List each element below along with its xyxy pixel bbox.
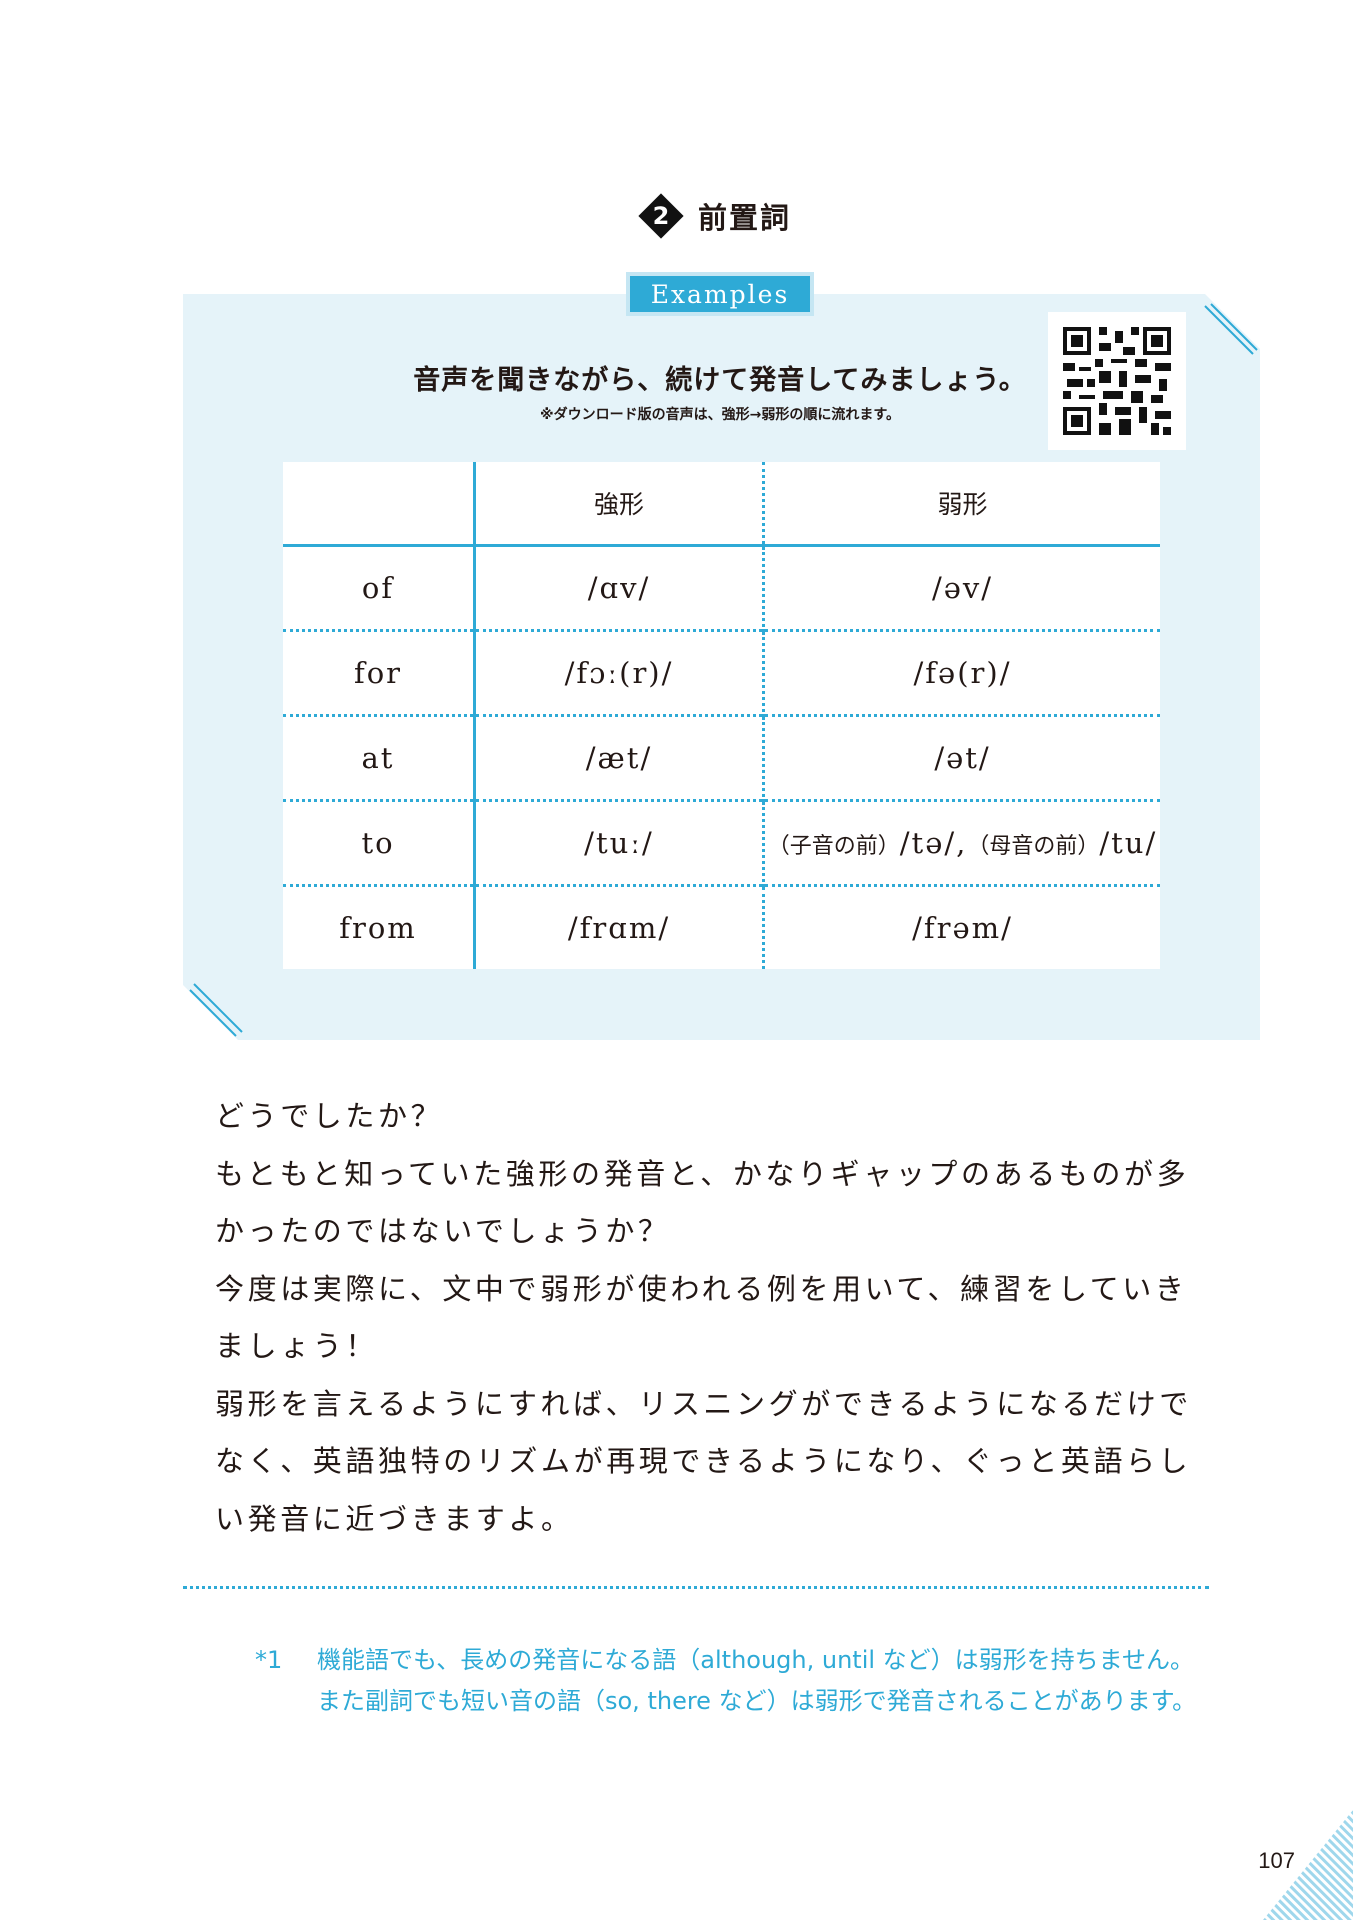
weak-form-condition: （子音の前） <box>767 834 900 859</box>
word-cell: for <box>283 629 476 716</box>
weak-form-condition: （母音の前） <box>967 834 1100 859</box>
header-word <box>283 462 476 547</box>
download-note: ※ダウンロード版の音声は、強形→弱形の順に流れます。 <box>540 407 900 423</box>
section-title: 前置詞 <box>698 201 792 235</box>
instruction-text: 音声を聞きながら、続けて発音してみましょう。 <box>413 365 1027 396</box>
table-row: from /frɑm/ /frəm/ <box>283 884 1160 969</box>
table-row: at /æt/ /ət/ <box>283 714 1160 801</box>
footnote-mark: *1 <box>255 1646 283 1674</box>
body-paragraph: 弱形を言えるようにすれば、リスニングができるようになるだけでなく、英語独特のリズ… <box>215 1386 1192 1536</box>
strong-form-cell: /frɑm/ <box>474 884 765 969</box>
footnote: *1 機能語でも、長めの発音になる語（although, until など）は弱… <box>255 1640 1205 1722</box>
body-text: どうでしたか？ もともと知っていた強形の発音と、かなりギャップのあるものが多かっ… <box>185 1088 1215 1548</box>
strong-form-cell: /tuː/ <box>474 799 765 886</box>
word-cell: at <box>283 714 476 801</box>
qr-code-icon <box>1063 327 1171 435</box>
weak-form-value: /tu/ <box>1099 826 1158 860</box>
weak-form-cell: /ət/ <box>763 714 1160 801</box>
qr-code[interactable] <box>1048 312 1186 450</box>
strong-form-cell: /fɔː(r)/ <box>474 629 765 716</box>
word-cell: from <box>283 884 476 969</box>
weak-form-cell: /frəm/ <box>763 884 1160 969</box>
weak-form-cell: /fə(r)/ <box>763 629 1160 716</box>
strong-form-cell: /ɑv/ <box>474 545 765 631</box>
table-header-row: 強形 弱形 <box>283 462 1160 547</box>
table-row: for /fɔː(r)/ /fə(r)/ <box>283 629 1160 716</box>
examples-tab: Examples <box>626 272 814 316</box>
strong-form-cell: /æt/ <box>474 714 765 801</box>
header-weak-form: 弱形 <box>763 462 1160 547</box>
section-heading: 2 前置詞 <box>638 193 791 239</box>
section-number: 2 <box>652 202 670 230</box>
body-paragraph: どうでしたか？ <box>215 1099 444 1133</box>
page-corner-stripes <box>1263 1810 1353 1920</box>
footnote-divider <box>183 1586 1209 1589</box>
section-number-badge: 2 <box>638 193 684 239</box>
word-cell: of <box>283 545 476 631</box>
footnote-text: 機能語でも、長めの発音になる語（although, until など）は弱形を持… <box>317 1646 1197 1715</box>
weak-form-table: 強形 弱形 of /ɑv/ /əv/ for /fɔː(r)/ /fə(r)/ … <box>283 462 1160 969</box>
panel-corner-stripes-bottom <box>189 983 243 1037</box>
header-strong-form: 強形 <box>474 462 765 547</box>
table-row: of /ɑv/ /əv/ <box>283 545 1160 631</box>
weak-form-cell: （子音の前）/tə/,（母音の前）/tu/ <box>763 799 1160 886</box>
table-row: to /tuː/ （子音の前）/tə/,（母音の前）/tu/ <box>283 799 1160 886</box>
body-paragraph: 今度は実際に、文中で弱形が使われる例を用いて、練習をしていきましょう！ <box>215 1271 1188 1364</box>
body-paragraph: もともと知っていた強形の発音と、かなりギャップのあるものが多かったのではないでし… <box>215 1156 1190 1249</box>
weak-form-cell: /əv/ <box>931 571 994 605</box>
word-cell: to <box>283 799 476 886</box>
weak-form-value: /tə/, <box>899 826 968 860</box>
panel-corner-stripes-top <box>1204 303 1258 355</box>
